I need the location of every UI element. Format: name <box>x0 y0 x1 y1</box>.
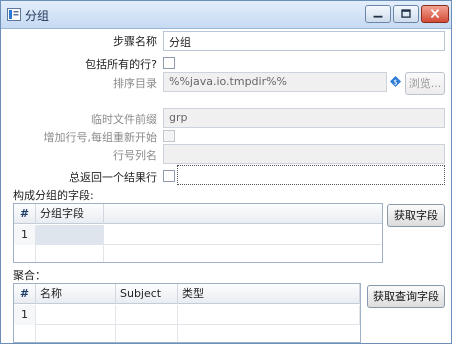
sort-dir-input[interactable]: %%java.io.tmpdir%% <box>163 72 387 92</box>
name-cell[interactable] <box>36 305 116 325</box>
group-field-cell[interactable] <box>36 225 104 245</box>
table-row-empty <box>14 245 382 262</box>
include-all-rows-checkbox[interactable] <box>163 57 175 69</box>
table-row[interactable]: 1 <box>14 305 360 325</box>
aggregates-title: 聚合： <box>13 269 46 282</box>
include-all-rows-label: 包括所有的行? <box>85 58 157 71</box>
group-field-column-header[interactable]: 分组字段 <box>36 204 104 224</box>
close-icon <box>430 8 440 19</box>
svg-text:$: $ <box>393 79 397 87</box>
dialog-body: 步骤名称 分组 包括所有的行? 排序目录 %%java.io.tmpdir%% … <box>1 29 451 343</box>
sort-dir-label: 排序目录 <box>113 77 157 90</box>
row-number-column-header: # <box>14 204 36 224</box>
name-column-header[interactable]: 名称 <box>36 284 116 304</box>
table-row-empty <box>14 325 360 342</box>
window-title: 分组 <box>25 9 50 23</box>
subject-column-header[interactable]: Subject <box>116 284 178 304</box>
always-one-row-checkbox[interactable] <box>163 170 175 182</box>
group-fields-header: # 分组字段 <box>14 204 382 224</box>
variable-info-icon: $ <box>390 76 401 87</box>
temp-prefix-input[interactable]: grp <box>163 108 445 128</box>
window-app-icon <box>7 8 21 21</box>
group-fields-table[interactable]: # 分组字段 1 <box>13 203 383 263</box>
subject-cell[interactable] <box>116 305 178 325</box>
table-row[interactable]: 1 <box>14 225 382 245</box>
browse-button[interactable]: 浏览... <box>405 72 445 95</box>
row-number-empty <box>14 245 36 262</box>
type-cell[interactable] <box>178 305 360 325</box>
minimize-icon <box>373 15 383 18</box>
dialog-window: 分组 步骤名称 分组 包括所有的行? 排序目录 %%java.io.tmpdir… <box>0 0 452 344</box>
name-cell-empty <box>36 325 116 342</box>
type-column-header[interactable]: 类型 <box>178 284 360 304</box>
step-name-input[interactable]: 分组 <box>163 31 445 51</box>
row-number-column-header: # <box>14 284 36 304</box>
step-name-label: 步骤名称 <box>113 35 157 48</box>
always-one-row-focus-box <box>177 165 445 185</box>
maximize-icon <box>401 9 411 18</box>
line-number-field-label: 行号列名 <box>113 149 157 162</box>
aggregates-table[interactable]: # 名称 Subject 类型 1 <box>13 283 361 343</box>
row-number: 1 <box>14 305 36 325</box>
add-line-number-checkbox[interactable] <box>163 130 175 142</box>
line-number-field-input[interactable] <box>163 144 445 164</box>
row-number-empty <box>14 325 36 342</box>
subject-cell-empty <box>116 325 178 342</box>
always-one-row-label: 总返回一个结果行 <box>69 171 157 184</box>
group-field-cell-empty <box>36 245 104 262</box>
title-bar: 分组 <box>1 1 451 29</box>
minimize-button[interactable] <box>365 5 391 23</box>
add-line-number-label: 增加行号,每组重新开始 <box>43 131 158 144</box>
aggregates-header: # 名称 Subject 类型 <box>14 284 360 304</box>
temp-prefix-label: 临时文件前缀 <box>91 113 157 126</box>
get-lookup-fields-button[interactable]: 获取查询字段 <box>367 285 445 308</box>
get-fields-button[interactable]: 获取字段 <box>387 204 445 227</box>
row-number: 1 <box>14 225 36 245</box>
group-fields-title: 构成分组的字段: <box>13 189 94 202</box>
close-button[interactable] <box>421 5 449 23</box>
maximize-button[interactable] <box>393 5 419 23</box>
